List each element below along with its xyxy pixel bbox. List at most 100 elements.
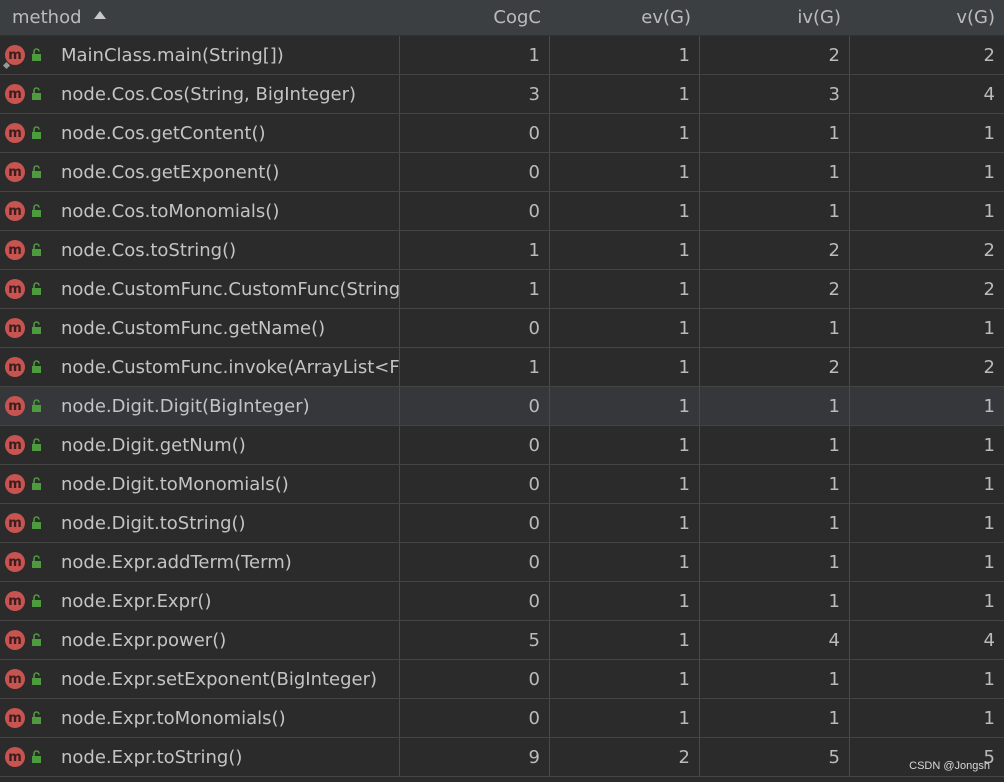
method-name: node.Cos.Cos(String, BigInteger) <box>61 83 357 105</box>
method-cell[interactable]: m MainClass.main(String[]) <box>0 36 400 74</box>
ev-cell: 1 <box>550 75 700 113</box>
table-row[interactable]: m node.Cos.toMonomials() 0 1 1 1 <box>0 192 1004 231</box>
v-cell: 1 <box>983 707 995 729</box>
iv-cell: 1 <box>700 387 850 425</box>
column-header-ev[interactable]: ev(G) <box>550 0 700 35</box>
table-row[interactable]: m node.Expr.Expr() 0 1 1 1 <box>0 582 1004 621</box>
ev-cell: 1 <box>550 582 700 620</box>
method-cell[interactable]: m node.Cos.toString() <box>0 231 400 269</box>
table-row[interactable]: m node.Cos.toString() 1 1 2 2 <box>0 231 1004 270</box>
method-cell[interactable]: m node.CustomFunc.invoke(ArrayList<F <box>0 348 400 386</box>
method-cell[interactable]: m node.Cos.Cos(String, BigInteger) <box>0 75 400 113</box>
ev-cell: 1 <box>550 270 700 308</box>
cogc-cell: 0 <box>400 387 550 425</box>
column-header-cogc[interactable]: CogC <box>400 0 550 35</box>
table-row[interactable]: m node.CustomFunc.CustomFunc(String 1 1 2 2 <box>0 270 1004 309</box>
table-row[interactable]: m node.Cos.getExponent() 0 1 1 1 <box>0 153 1004 192</box>
metrics-table: method CogC ev(G) iv(G) v(G) m MainClass.… <box>0 0 1004 782</box>
v-cell: 4 <box>983 629 995 651</box>
public-lock-icon <box>32 204 41 217</box>
method-cell[interactable]: m node.Expr.power() <box>0 621 400 659</box>
cogc-cell: 0 <box>400 699 550 737</box>
method-icon: m <box>5 279 25 299</box>
public-lock-icon <box>32 165 41 178</box>
method-cell[interactable]: m node.Digit.toMonomials() <box>0 465 400 503</box>
cogc-cell: 0 <box>400 153 550 191</box>
column-header-v[interactable]: v(G) <box>850 0 1004 35</box>
cogc-cell: 1 <box>400 348 550 386</box>
table-row[interactable]: m node.Cos.Cos(String, BigInteger) 3 1 3 4 <box>0 75 1004 114</box>
method-name: node.Cos.toMonomials() <box>61 200 280 222</box>
v-cell: 1 <box>983 200 995 222</box>
v-cell: 1 <box>983 668 995 690</box>
table-row[interactable]: m node.Expr.toString() 9 2 5 5 <box>0 738 1004 777</box>
v-cell: 1 <box>983 473 995 495</box>
method-cell[interactable]: m node.CustomFunc.CustomFunc(String <box>0 270 400 308</box>
table-row[interactable]: m node.CustomFunc.getName() 0 1 1 1 <box>0 309 1004 348</box>
table-body: m MainClass.main(String[]) 1 1 2 2 m node.Cos.C… <box>0 36 1004 777</box>
iv-cell: 2 <box>700 270 850 308</box>
public-lock-icon <box>32 750 41 763</box>
v-cell: 2 <box>983 356 995 378</box>
ev-cell: 1 <box>550 504 700 542</box>
method-name: node.CustomFunc.invoke(ArrayList<F <box>61 356 400 378</box>
table-row[interactable]: m node.Digit.Digit(BigInteger) 0 1 1 1 <box>0 387 1004 426</box>
method-cell[interactable]: m node.Expr.Expr() <box>0 582 400 620</box>
method-icon: m <box>5 201 25 221</box>
column-header-ev-label: ev(G) <box>641 7 691 28</box>
method-cell[interactable]: m node.Digit.Digit(BigInteger) <box>0 387 400 425</box>
cogc-cell: 9 <box>400 738 550 776</box>
column-header-method[interactable]: method <box>0 0 400 35</box>
column-header-method-label: method <box>12 7 82 28</box>
public-lock-icon <box>32 399 41 412</box>
ev-cell: 1 <box>550 543 700 581</box>
method-icon: m <box>5 591 25 611</box>
table-row[interactable]: m node.CustomFunc.invoke(ArrayList<F 1 1 2 2 <box>0 348 1004 387</box>
method-name: MainClass.main(String[]) <box>61 44 284 66</box>
method-cell[interactable]: m node.Expr.addTerm(Term) <box>0 543 400 581</box>
column-header-iv[interactable]: iv(G) <box>700 0 850 35</box>
method-cell[interactable]: m node.Cos.getContent() <box>0 114 400 152</box>
method-cell[interactable]: m node.Digit.getNum() <box>0 426 400 464</box>
iv-cell: 1 <box>700 660 850 698</box>
table-row[interactable]: m node.Digit.toMonomials() 0 1 1 1 <box>0 465 1004 504</box>
table-row[interactable]: m node.Cos.getContent() 0 1 1 1 <box>0 114 1004 153</box>
method-icon: m <box>5 747 25 767</box>
table-row[interactable]: m node.Digit.getNum() 0 1 1 1 <box>0 426 1004 465</box>
method-cell[interactable]: m node.Expr.setExponent(BigInteger) <box>0 660 400 698</box>
table-row[interactable]: m node.Expr.addTerm(Term) 0 1 1 1 <box>0 543 1004 582</box>
iv-cell: 1 <box>700 543 850 581</box>
cogc-cell: 0 <box>400 426 550 464</box>
method-cell[interactable]: m node.CustomFunc.getName() <box>0 309 400 347</box>
sort-ascending-icon[interactable] <box>93 10 106 19</box>
method-icon: m <box>5 123 25 143</box>
cogc-cell: 0 <box>400 465 550 503</box>
method-icon: m <box>5 396 25 416</box>
public-lock-icon <box>32 711 41 724</box>
table-row[interactable]: m node.Expr.power() 5 1 4 4 <box>0 621 1004 660</box>
method-cell[interactable]: m node.Cos.getExponent() <box>0 153 400 191</box>
public-lock-icon <box>32 633 41 646</box>
table-row[interactable]: m node.Expr.setExponent(BigInteger) 0 1 1 1 <box>0 660 1004 699</box>
column-header-iv-label: iv(G) <box>797 7 841 28</box>
method-cell[interactable]: m node.Digit.toString() <box>0 504 400 542</box>
ev-cell: 1 <box>550 36 700 74</box>
method-icon: m <box>5 435 25 455</box>
method-icon: m <box>5 318 25 338</box>
method-cell[interactable]: m node.Cos.toMonomials() <box>0 192 400 230</box>
method-name: node.Expr.power() <box>61 629 227 651</box>
public-lock-icon <box>32 360 41 373</box>
table-row[interactable]: m MainClass.main(String[]) 1 1 2 2 <box>0 36 1004 75</box>
method-cell[interactable]: m node.Expr.toString() <box>0 738 400 776</box>
table-row[interactable]: m node.Digit.toString() 0 1 1 1 <box>0 504 1004 543</box>
method-icon: m <box>5 708 25 728</box>
ev-cell: 1 <box>550 348 700 386</box>
ev-cell: 1 <box>550 114 700 152</box>
method-name: node.CustomFunc.CustomFunc(String <box>61 278 400 300</box>
table-row[interactable]: m node.Expr.toMonomials() 0 1 1 1 <box>0 699 1004 738</box>
method-cell[interactable]: m node.Expr.toMonomials() <box>0 699 400 737</box>
ev-cell: 2 <box>550 738 700 776</box>
cogc-cell: 0 <box>400 504 550 542</box>
iv-cell: 3 <box>700 75 850 113</box>
cogc-cell: 0 <box>400 582 550 620</box>
